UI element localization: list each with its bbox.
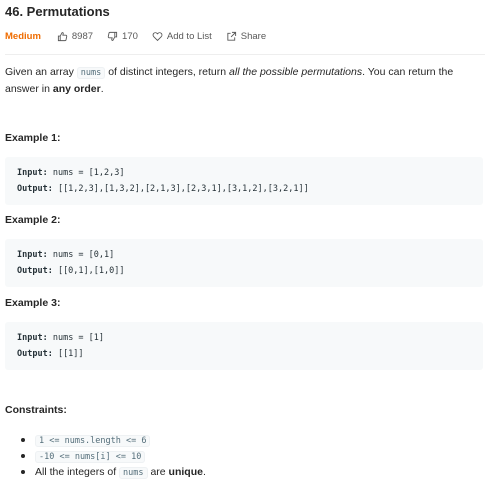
example-heading: Example 1: <box>5 132 61 144</box>
statement-strong: any order <box>52 83 101 95</box>
constraint-strong: unique <box>168 466 203 478</box>
example-block: Input: nums = [1,2,3] Output: [[1,2,3],[… <box>5 157 483 205</box>
statement-emphasis: all the possible permutations <box>229 66 363 78</box>
inline-code: -10 <= nums[i] <= 10 <box>35 451 146 463</box>
inline-code: 1 <= nums.length <= 6 <box>35 435 151 447</box>
like-count: 8987 <box>71 30 94 42</box>
like-button[interactable]: 8987 <box>57 31 93 42</box>
heart-icon <box>152 31 163 41</box>
problem-title: 46. Permutations <box>5 4 110 19</box>
example-output: Output: [[0,1],[1,0]] <box>17 266 124 276</box>
share-label: Share <box>240 30 267 42</box>
statement-text: Given an array <box>5 66 77 78</box>
difficulty-label: Medium <box>5 30 41 42</box>
share-button[interactable]: Share <box>226 31 266 42</box>
example-block: Input: nums = [0,1] Output: [[0,1],[1,0]… <box>5 239 483 287</box>
output-label: Output: <box>17 184 53 194</box>
example-heading: Example 2: <box>5 214 61 226</box>
constraint-text: All the integers of <box>35 466 120 478</box>
input-label: Input: <box>17 333 48 343</box>
example-input: Input: nums = [1,2,3] <box>17 168 124 178</box>
constraints-list: 1 <= nums.length <= 6 -10 <= nums[i] <= … <box>5 432 483 480</box>
output-label: Output: <box>17 266 53 276</box>
statement-text: . <box>100 83 104 95</box>
input-label: Input: <box>17 250 48 260</box>
example-input: Input: nums = [1] <box>17 333 104 343</box>
constraint-item: -10 <= nums[i] <= 10 <box>5 448 483 464</box>
statement-text: of distinct integers, return <box>105 66 230 78</box>
problem-statement: Given an array nums of distinct integers… <box>5 64 483 97</box>
constraint-item: All the integers of nums are unique. <box>5 464 483 480</box>
input-value: nums = [1,2,3] <box>47 168 125 178</box>
example-output: Output: [[1]] <box>17 349 84 359</box>
constraint-text: . <box>202 466 206 478</box>
example-heading: Example 3: <box>5 297 61 309</box>
example-block: Input: nums = [1] Output: [[1]] <box>5 322 483 370</box>
dislike-button[interactable]: 170 <box>107 31 138 42</box>
constraint-text: are <box>147 466 169 478</box>
example-output: Output: [[1,2,3],[1,3,2],[2,1,3],[2,3,1]… <box>17 184 309 194</box>
output-label: Output: <box>17 349 53 359</box>
output-value: [[1]] <box>52 349 84 359</box>
output-value: [[0,1],[1,0]] <box>52 266 125 276</box>
thumbs-up-icon <box>57 31 68 41</box>
dislike-count: 170 <box>122 30 138 42</box>
inline-code: nums <box>119 467 148 479</box>
problem-meta-bar: Medium 8987 170 Add to List Share <box>5 29 280 43</box>
add-to-list-button[interactable]: Add to List <box>152 31 212 42</box>
input-value: nums = [1] <box>47 333 105 343</box>
input-label: Input: <box>17 168 48 178</box>
example-input: Input: nums = [0,1] <box>17 250 114 260</box>
input-value: nums = [0,1] <box>47 250 115 260</box>
inline-code: nums <box>76 67 106 79</box>
constraint-item: 1 <= nums.length <= 6 <box>5 432 483 448</box>
divider <box>5 54 485 55</box>
share-icon <box>227 31 236 41</box>
add-to-list-label: Add to List <box>166 30 212 42</box>
constraints-heading: Constraints: <box>5 404 67 416</box>
output-value: [[1,2,3],[1,3,2],[2,1,3],[2,3,1],[3,1,2]… <box>52 184 309 194</box>
thumbs-down-icon <box>107 31 118 41</box>
